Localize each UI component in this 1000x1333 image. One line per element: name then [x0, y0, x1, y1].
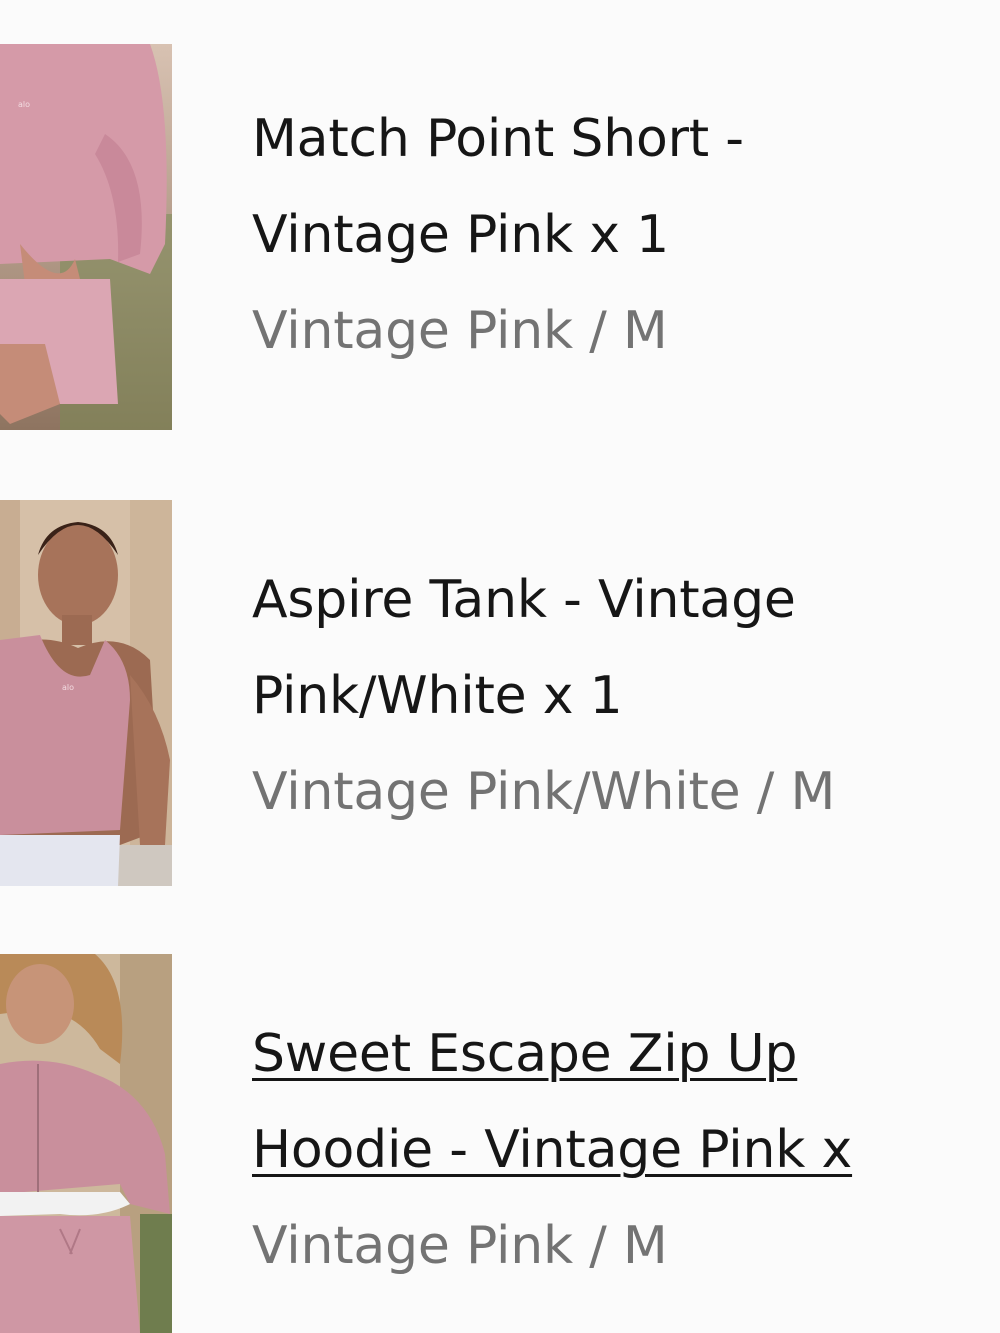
item-details: Aspire Tank - Vintage Pink/White x 1 Vin…	[252, 552, 1000, 840]
item-title-link-line-2[interactable]: Hoodie - Vintage Pink x	[252, 1102, 1000, 1198]
item-title-line-1[interactable]: Aspire Tank - Vintage	[252, 552, 1000, 648]
item-title-line-1[interactable]: Match Point Short -	[252, 91, 1000, 187]
item-details: Match Point Short - Vintage Pink x 1 Vin…	[252, 91, 1000, 379]
item-variant: Vintage Pink / M	[252, 1216, 668, 1276]
order-items-list: alo Match Point Short - Vintage Pink x 1…	[0, 0, 1000, 1333]
item-title-line-2[interactable]: Pink/White x 1	[252, 648, 1000, 744]
item-details: Sweet Escape Zip Up Hoodie - Vintage Pin…	[252, 1006, 1000, 1294]
product-thumbnail[interactable]	[0, 954, 172, 1333]
svg-text:alo: alo	[62, 683, 74, 692]
product-thumbnail[interactable]: alo	[0, 44, 172, 430]
item-title-line-2[interactable]: Vintage Pink x 1	[252, 187, 1000, 283]
order-item[interactable]: alo Match Point Short - Vintage Pink x 1…	[0, 44, 1000, 434]
order-item[interactable]: alo Aspire Tank - Vintage Pink/White x 1…	[0, 500, 1000, 890]
svg-text:alo: alo	[18, 100, 30, 109]
order-item[interactable]: Sweet Escape Zip Up Hoodie - Vintage Pin…	[0, 954, 1000, 1333]
item-title-link-line-1[interactable]: Sweet Escape Zip Up	[252, 1006, 1000, 1102]
item-variant: Vintage Pink / M	[252, 301, 668, 361]
item-variant: Vintage Pink/White / M	[252, 762, 836, 822]
product-thumbnail[interactable]: alo	[0, 500, 172, 886]
